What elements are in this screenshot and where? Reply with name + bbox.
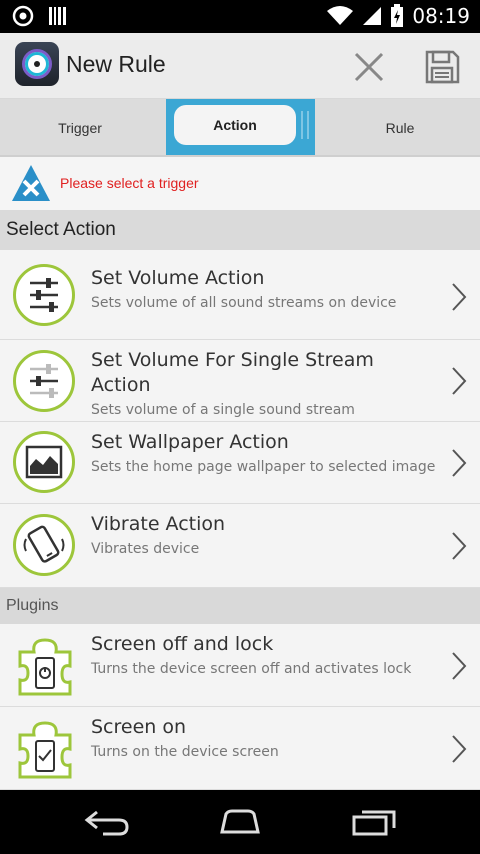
- section-header-select-action: Select Action: [0, 210, 480, 250]
- close-icon: [354, 52, 384, 82]
- tab-drag-handle[interactable]: [301, 111, 309, 139]
- item-subtitle: Sets volume of all sound streams on devi…: [91, 295, 397, 311]
- recent-apps-icon[interactable]: [350, 808, 398, 836]
- trigger-warning: Please select a trigger: [0, 157, 480, 210]
- item-title: Vibrate Action: [91, 513, 226, 535]
- volume-slider-icon: [13, 350, 75, 412]
- section-header-plugins: Plugins: [0, 588, 480, 624]
- list-item-set-volume[interactable]: Set Volume Action Sets volume of all sou…: [0, 250, 480, 340]
- tab-rule[interactable]: Rule: [320, 99, 480, 157]
- chevron-right-icon: [452, 735, 467, 763]
- page-title: New Rule: [66, 51, 166, 77]
- wifi-icon: [327, 6, 354, 25]
- clock: 08:19: [412, 4, 470, 28]
- item-title: Set Volume Action: [91, 267, 265, 289]
- list-item-vibrate[interactable]: Vibrate Action Vibrates device: [0, 504, 480, 588]
- item-title: Screen on: [91, 716, 187, 738]
- app-logo-icon[interactable]: [15, 42, 59, 86]
- chevron-right-icon: [452, 652, 467, 680]
- item-subtitle: Sets the home page wallpaper to selected…: [91, 459, 436, 475]
- item-subtitle: Vibrates device: [91, 541, 200, 557]
- item-title-line-2: Action: [91, 374, 151, 396]
- barcode-icon: [49, 7, 66, 25]
- navigation-bar: [0, 790, 480, 854]
- list-item-screen-on[interactable]: Screen on Turns on the device screen: [0, 707, 480, 790]
- puzzle-power-icon: [18, 638, 72, 696]
- wallpaper-icon: [13, 431, 75, 493]
- tab-action-selected[interactable]: Action: [166, 99, 315, 155]
- target-icon: [12, 5, 34, 27]
- back-icon[interactable]: [83, 808, 131, 836]
- item-title: Set Wallpaper Action: [91, 431, 289, 453]
- warning-x-icon: [12, 165, 50, 201]
- tab-action[interactable]: Action: [174, 105, 296, 145]
- status-bar: 08:19: [0, 0, 480, 33]
- tab-trigger[interactable]: Trigger: [0, 99, 160, 157]
- save-button[interactable]: [422, 47, 462, 87]
- chevron-right-icon: [452, 283, 467, 311]
- vibrate-icon: [13, 514, 75, 576]
- chevron-right-icon: [452, 367, 467, 395]
- signal-icon: [363, 7, 382, 25]
- item-title: Screen off and lock: [91, 633, 274, 655]
- chevron-right-icon: [452, 449, 467, 477]
- item-title-line-1: Set Volume For Single Stream: [91, 349, 374, 371]
- warning-text: Please select a trigger: [60, 175, 199, 191]
- list-item-set-volume-single-stream[interactable]: Set Volume For Single Stream Action Sets…: [0, 340, 480, 422]
- home-icon[interactable]: [214, 808, 266, 836]
- list-item-screen-off-and-lock[interactable]: Screen off and lock Turns the device scr…: [0, 624, 480, 707]
- tab-bar: Trigger Action Rule: [0, 99, 480, 157]
- save-icon: [425, 50, 460, 84]
- battery-charging-icon: [391, 4, 404, 27]
- puzzle-check-icon: [18, 721, 72, 779]
- volume-sliders-icon: [13, 264, 75, 326]
- action-bar: New Rule: [0, 33, 480, 99]
- item-subtitle: Turns on the device screen: [91, 744, 279, 760]
- item-subtitle: Turns the device screen off and activate…: [91, 661, 412, 677]
- close-button[interactable]: [349, 47, 389, 87]
- list-item-set-wallpaper[interactable]: Set Wallpaper Action Sets the home page …: [0, 422, 480, 504]
- item-subtitle: Sets volume of a single sound stream: [91, 402, 355, 418]
- chevron-right-icon: [452, 532, 467, 560]
